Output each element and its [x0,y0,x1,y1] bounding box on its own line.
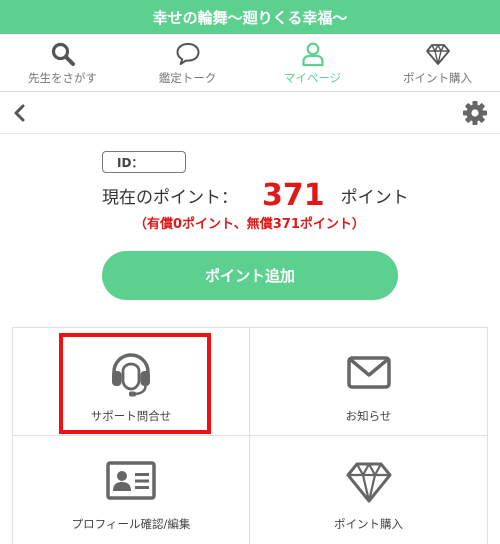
speech-bubble-icon [176,43,199,65]
buy-points-label: ポイント購入 [334,517,403,531]
nav-mypage-label: マイページ [283,71,342,85]
envelope-icon [346,356,391,389]
user-icon [301,42,324,67]
settings-button[interactable] [462,100,488,126]
back-button[interactable] [8,101,30,125]
nav-search-label: 先生をさがす [28,71,97,85]
chevron-left-icon [14,104,25,122]
menu-buy-points[interactable]: ポイント購入 [250,436,488,544]
points-value: 371 [262,177,325,213]
profile-label: プロフィール確認/編集 [71,517,191,531]
nav-buy-label: ポイント購入 [403,71,472,85]
points-unit: ポイント [340,187,409,208]
gear-icon [463,101,487,125]
id-label: ID： [117,155,144,170]
news-label: お知らせ [345,409,392,423]
top-nav: 先生をさがす 鑑定トーク マイページ ポイント購入 [0,34,500,92]
points-breakdown: （有償0ポイント、無償371ポイント） [134,217,365,232]
nav-buy-points[interactable]: ポイント購入 [375,34,500,91]
current-points: 現在のポイント： 371 ポイント [102,174,432,216]
points-label: 現在のポイント： [102,187,238,208]
search-icon [51,42,75,66]
support-highlight-box [59,333,211,434]
menu-profile-edit[interactable]: プロフィール確認/編集 [12,436,250,544]
diamond-icon [425,44,450,65]
add-points-button[interactable]: ポイント追加 [102,251,398,300]
menu-news[interactable]: お知らせ [250,328,488,436]
page-toolbar [0,92,500,134]
nav-fortune-talk[interactable]: 鑑定トーク [125,34,250,91]
nav-search-teachers[interactable]: 先生をさがす [0,34,125,91]
id-card-icon [106,461,156,500]
user-id-field: ID： [102,151,186,173]
nav-talk-label: 鑑定トーク [158,71,217,85]
diamond-icon [346,462,391,503]
nav-my-page[interactable]: マイページ [250,34,375,91]
app-title: 幸せの輪舞〜廻りくる幸福〜 [0,0,500,34]
